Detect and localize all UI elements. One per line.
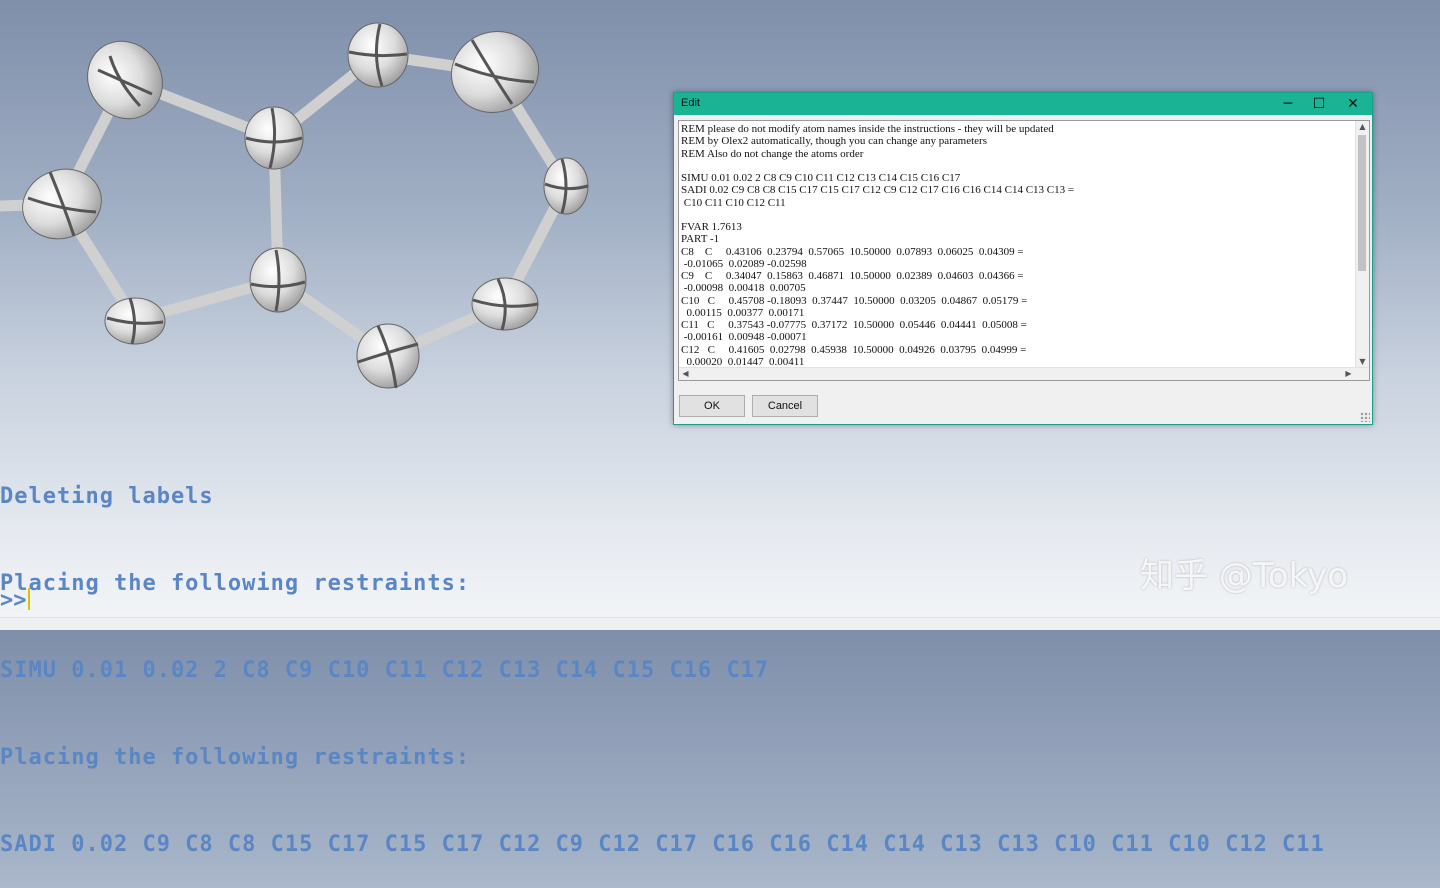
vertical-scrollbar[interactable]: ▲ ▼	[1355, 121, 1369, 368]
instruction-line: PART -1	[681, 233, 720, 246]
instruction-line: FVAR 1.7613	[681, 221, 742, 233]
horizontal-scrollbar[interactable]: ◀ ▶	[679, 367, 1369, 380]
console-output: Deleting labels Placing the following re…	[0, 424, 1440, 888]
atom	[543, 157, 589, 215]
instruction-line: SADI 0.02 C9 C8 C8 C15 C17 C15 C17 C12 C…	[681, 184, 1075, 197]
instruction-line: -0.00098 0.00418 0.00705	[681, 282, 806, 295]
console-line: SADI 0.02 C9 C8 C8 C15 C17 C15 C17 C12 C…	[0, 832, 1325, 857]
console-line: SIMU 0.01 0.02 2 C8 C9 C10 C11 C12 C13 C…	[0, 658, 770, 683]
atom	[104, 297, 166, 345]
instruction-line	[681, 160, 1349, 172]
instruction-line: C9 C 0.34047 0.15863 0.46871 10.50000 0.…	[681, 270, 1024, 282]
status-strip	[0, 617, 1440, 630]
scroll-left-icon[interactable]: ◀	[679, 368, 692, 380]
atoms	[22, 22, 589, 389]
instruction-line: 0.00115 0.00377 0.00171	[681, 306, 805, 319]
ok-button[interactable]: OK	[679, 395, 745, 417]
instruction-line: REM please do not modify atom names insi…	[681, 123, 1054, 135]
molecule-view[interactable]	[0, 0, 640, 410]
instruction-line: -0.01065 0.02089 -0.02598	[681, 257, 807, 270]
cancel-button[interactable]: Cancel	[752, 395, 818, 417]
instruction-line: -0.00161 0.00948 -0.00071	[681, 331, 807, 344]
watermark: 知乎 @Tokyo	[1140, 556, 1349, 596]
atom	[87, 40, 163, 120]
scroll-right-icon[interactable]: ▶	[1342, 368, 1355, 380]
edit-dialog: Edit ─ ☐ ✕ REM please do not modify atom…	[673, 92, 1373, 425]
instruction-line	[681, 209, 1349, 221]
instruction-line: C12 C 0.41605 0.02798 0.45938 10.50000 0…	[681, 343, 1027, 356]
prompt-symbol: >>	[0, 588, 27, 613]
maximize-icon[interactable]: ☐	[1302, 93, 1336, 115]
dialog-title: Edit	[681, 97, 700, 109]
scroll-thumb[interactable]	[1358, 135, 1366, 271]
instruction-line: C8 C 0.43106 0.23794 0.57065 10.50000 0.…	[681, 245, 1024, 258]
instruction-line: C11 C 0.37543 -0.07775 0.37172 10.50000 …	[681, 319, 1027, 331]
console-line: Placing the following restraints:	[0, 745, 471, 770]
instruction-line: SIMU 0.01 0.02 2 C8 C9 C10 C11 C12 C13 C…	[681, 172, 961, 184]
console-line: Deleting labels	[0, 484, 214, 509]
resize-grip-icon[interactable]	[1360, 412, 1370, 422]
close-icon[interactable]: ✕	[1336, 93, 1370, 115]
atom	[450, 31, 540, 113]
atom	[471, 277, 539, 331]
atom	[356, 323, 420, 389]
instruction-line: REM by Olex2 automatically, though you c…	[681, 135, 987, 148]
atom	[347, 22, 409, 88]
instruction-line: C10 C 0.45708 -0.18093 0.37447 10.50000 …	[681, 294, 1028, 307]
instructions-textarea[interactable]: REM please do not modify atom names insi…	[678, 120, 1370, 381]
instructions-text[interactable]: REM please do not modify atom names insi…	[681, 123, 1349, 380]
atom	[22, 168, 102, 240]
scroll-up-icon[interactable]: ▲	[1356, 121, 1369, 133]
command-prompt[interactable]: >>	[0, 588, 30, 613]
dialog-titlebar[interactable]: Edit ─ ☐ ✕	[674, 93, 1372, 115]
instruction-line: REM Also do not change the atoms order	[681, 147, 864, 160]
minimize-icon[interactable]: ─	[1271, 93, 1305, 115]
atom	[244, 106, 304, 170]
atom	[249, 247, 307, 313]
instruction-line: C10 C11 C10 C12 C11	[681, 196, 786, 209]
text-caret	[27, 588, 30, 610]
